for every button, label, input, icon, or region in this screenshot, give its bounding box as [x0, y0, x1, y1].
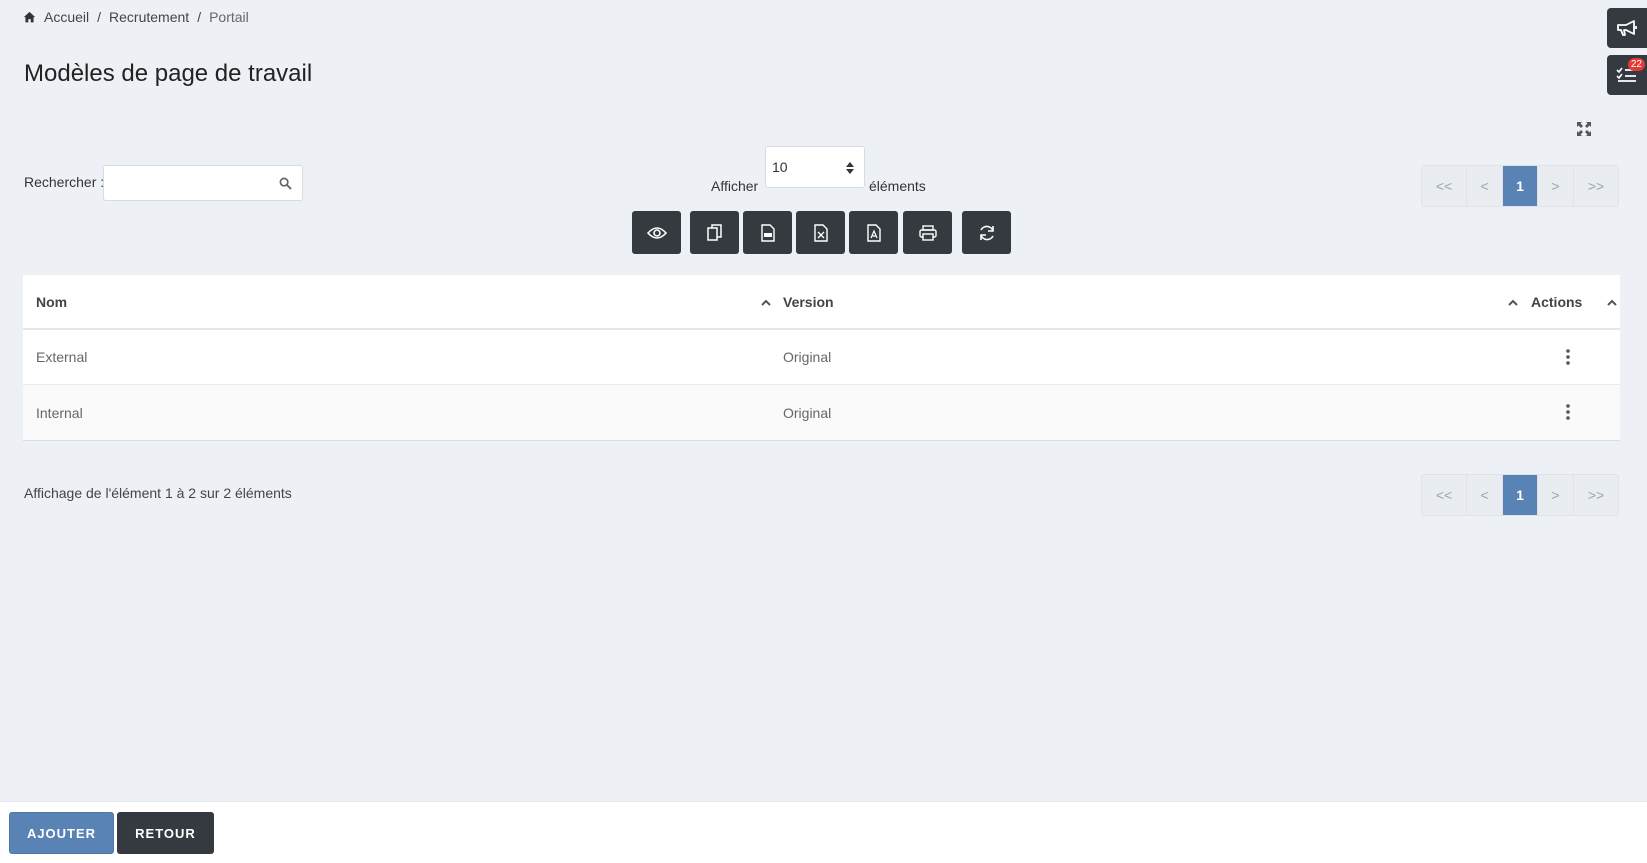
pagination-next[interactable]: > — [1538, 166, 1574, 206]
breadcrumb-current: Portail — [209, 9, 249, 25]
search-input[interactable] — [104, 166, 264, 200]
eye-icon — [646, 226, 667, 239]
column-header-name[interactable]: Nom — [36, 294, 67, 310]
export-pdf-button[interactable] — [849, 211, 898, 254]
copy-icon — [706, 223, 722, 241]
search-label: Rechercher : — [24, 174, 105, 190]
cell-version: Original — [783, 404, 832, 421]
table-row[interactable]: External Original — [23, 330, 1620, 385]
table-info: Affichage de l'élément 1 à 2 sur 2 éléme… — [24, 485, 292, 501]
page-length-suffix: éléments — [869, 178, 926, 194]
search-field[interactable] — [103, 165, 303, 201]
pagination-bottom: << < 1 > >> — [1421, 474, 1619, 516]
announcements-button[interactable] — [1607, 8, 1647, 48]
cell-name: Internal — [36, 404, 83, 421]
page-title: Modèles de page de travail — [24, 60, 313, 87]
add-button[interactable]: AJOUTER — [9, 812, 114, 854]
pagination-prev[interactable]: < — [1467, 475, 1503, 515]
breadcrumb: Accueil / Recrutement / Portail — [23, 9, 249, 25]
pagination-first[interactable]: << — [1422, 475, 1467, 515]
templates-table: Nom Version Actions External Original In… — [23, 275, 1620, 441]
cell-name: External — [36, 349, 88, 365]
breadcrumb-separator: / — [197, 9, 202, 25]
pagination-next[interactable]: > — [1538, 475, 1574, 515]
pagination-current[interactable]: 1 — [1503, 475, 1538, 515]
export-csv-button[interactable] — [743, 211, 792, 254]
pdf-file-icon — [866, 223, 881, 242]
search-icon — [279, 177, 292, 190]
table-row[interactable]: Internal Original — [23, 385, 1620, 440]
pagination-last[interactable]: >> — [1574, 475, 1618, 515]
print-button[interactable] — [903, 211, 952, 254]
more-actions-icon[interactable] — [1566, 349, 1570, 365]
table-header: Nom Version Actions — [23, 275, 1620, 330]
refresh-icon — [979, 225, 994, 240]
page-length-select[interactable]: 10 — [765, 146, 865, 188]
cell-version: Original — [783, 349, 832, 365]
pagination-current[interactable]: 1 — [1503, 166, 1538, 206]
csv-file-icon — [760, 223, 775, 242]
breadcrumb-recruitment[interactable]: Recrutement — [109, 9, 189, 25]
sort-asc-icon[interactable] — [1607, 299, 1617, 306]
tasks-button[interactable]: 22 — [1607, 55, 1647, 95]
pagination-prev[interactable]: < — [1467, 166, 1503, 206]
sort-asc-icon[interactable] — [761, 299, 771, 306]
megaphone-icon — [1617, 20, 1637, 36]
column-header-version[interactable]: Version — [783, 294, 834, 310]
task-count-badge: 22 — [1627, 58, 1645, 71]
print-icon — [918, 224, 937, 241]
pagination-first[interactable]: << — [1422, 166, 1467, 206]
copy-button[interactable] — [690, 211, 739, 254]
sort-asc-icon[interactable] — [1508, 299, 1518, 306]
home-icon[interactable] — [23, 11, 36, 24]
export-excel-button[interactable] — [796, 211, 845, 254]
column-visibility-button[interactable] — [632, 211, 681, 254]
breadcrumb-separator: / — [97, 9, 102, 25]
footer-bar: AJOUTER RETOUR — [0, 801, 1647, 863]
breadcrumb-home[interactable]: Accueil — [44, 9, 89, 25]
pagination-last[interactable]: >> — [1574, 166, 1618, 206]
fullscreen-icon[interactable] — [1576, 121, 1592, 137]
spinner-arrows-icon[interactable] — [846, 161, 854, 175]
column-header-actions[interactable]: Actions — [1531, 294, 1582, 310]
excel-file-icon — [813, 223, 828, 242]
back-button[interactable]: RETOUR — [117, 812, 214, 854]
pagination-top: << < 1 > >> — [1421, 165, 1619, 207]
page-length-prefix: Afficher — [711, 178, 759, 194]
page-length-value: 10 — [772, 159, 788, 175]
refresh-button[interactable] — [962, 211, 1011, 254]
more-actions-icon[interactable] — [1566, 404, 1570, 420]
